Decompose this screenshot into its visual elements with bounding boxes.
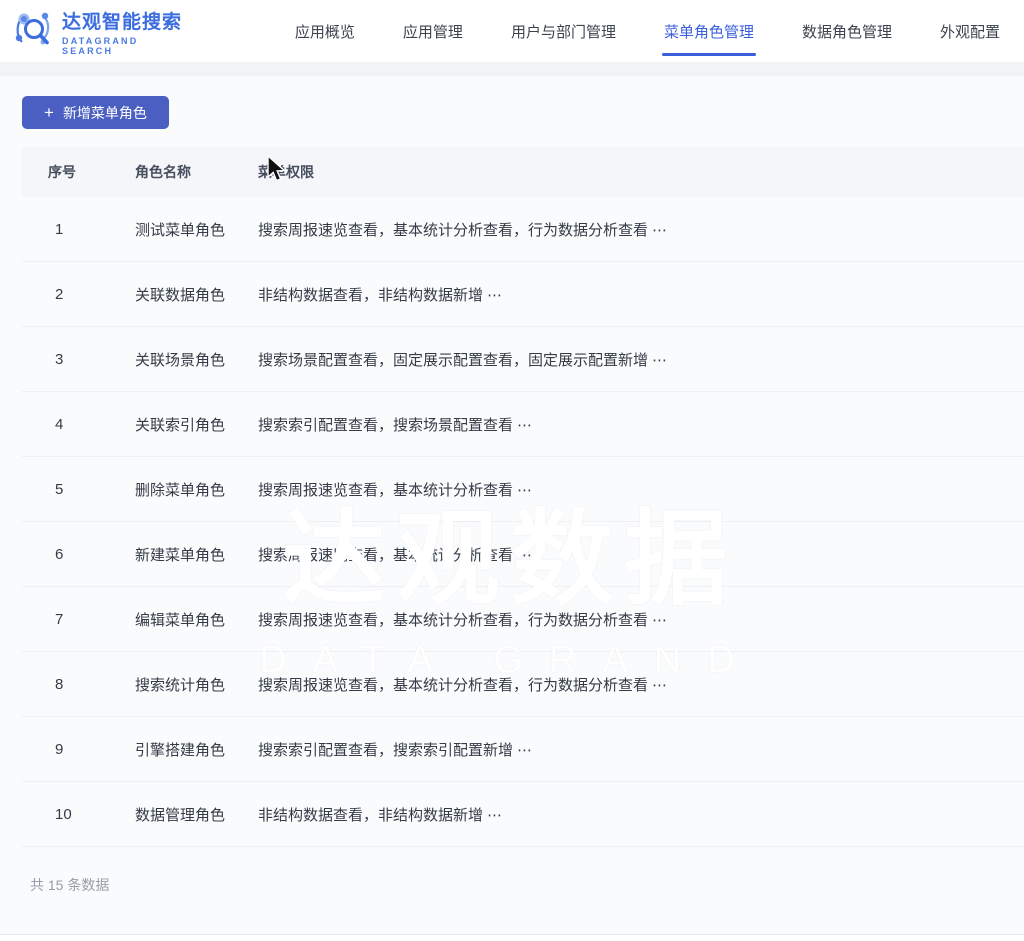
- cell-role-name: 引擎搭建角色: [135, 739, 258, 760]
- cell-index: 7: [22, 611, 135, 628]
- nav-tab-appearance[interactable]: 外观配置: [916, 0, 1024, 62]
- cell-role-name: 数据管理角色: [135, 804, 258, 825]
- total-count-text: 共 15 条数据: [0, 847, 1024, 895]
- header-content-divider: [0, 62, 1024, 76]
- table-row[interactable]: 2 关联数据角色 非结构数据查看，非结构数据新增 ⋯: [22, 262, 1024, 327]
- brand-logo[interactable]: 达观智能搜索 DATAGRAND SEARCH: [0, 7, 193, 56]
- plus-icon: +: [44, 104, 54, 121]
- datagrand-logo-icon: [12, 8, 54, 55]
- nav-tab-data-role[interactable]: 数据角色管理: [778, 0, 916, 62]
- cell-permissions: 搜索索引配置查看，搜索索引配置新增 ⋯: [258, 739, 1024, 760]
- table-row[interactable]: 9 引擎搭建角色 搜索索引配置查看，搜索索引配置新增 ⋯: [22, 717, 1024, 782]
- add-menu-role-label: 新增菜单角色: [63, 103, 147, 123]
- col-header-index: 序号: [22, 162, 135, 182]
- top-nav-bar: 达观智能搜索 DATAGRAND SEARCH 应用概览 应用管理 用户与部门管…: [0, 0, 1024, 62]
- nav-tab-menu-role[interactable]: 菜单角色管理: [640, 0, 778, 62]
- table-row[interactable]: 5 删除菜单角色 搜索周报速览查看，基本统计分析查看 ⋯: [22, 457, 1024, 522]
- cell-permissions: 搜索周报速览查看，基本统计分析查看，行为数据分析查看 ⋯: [258, 609, 1024, 630]
- cell-role-name: 测试菜单角色: [135, 219, 258, 240]
- cell-role-name: 关联索引角色: [135, 414, 258, 435]
- cell-permissions: 搜索索引配置查看，搜索场景配置查看 ⋯: [258, 414, 1024, 435]
- menu-role-page: + 新增菜单角色 序号 角色名称 菜单权限 1 测试菜单角色 搜索周报速览查看，…: [0, 76, 1024, 935]
- cell-role-name: 关联数据角色: [135, 284, 258, 305]
- table-row[interactable]: 1 测试菜单角色 搜索周报速览查看，基本统计分析查看，行为数据分析查看 ⋯: [22, 197, 1024, 262]
- cell-role-name: 关联场景角色: [135, 349, 258, 370]
- table-row[interactable]: 6 新建菜单角色 搜索周报速览查看，基本统计分析查看 ⋯: [22, 522, 1024, 587]
- primary-nav: 应用概览 应用管理 用户与部门管理 菜单角色管理 数据角色管理 外观配置: [271, 0, 1024, 62]
- table-row[interactable]: 3 关联场景角色 搜索场景配置查看，固定展示配置查看，固定展示配置新增 ⋯: [22, 327, 1024, 392]
- cell-permissions: 搜索周报速览查看，基本统计分析查看 ⋯: [258, 479, 1024, 500]
- cell-permissions: 搜索场景配置查看，固定展示配置查看，固定展示配置新增 ⋯: [258, 349, 1024, 370]
- table-row[interactable]: 7 编辑菜单角色 搜索周报速览查看，基本统计分析查看，行为数据分析查看 ⋯: [22, 587, 1024, 652]
- cell-index: 8: [22, 676, 135, 693]
- table-header-row: 序号 角色名称 菜单权限: [22, 147, 1024, 197]
- cell-role-name: 搜索统计角色: [135, 674, 258, 695]
- cell-role-name: 编辑菜单角色: [135, 609, 258, 630]
- cell-index: 10: [22, 806, 135, 823]
- nav-tab-user-department[interactable]: 用户与部门管理: [487, 0, 640, 62]
- table-row[interactable]: 4 关联索引角色 搜索索引配置查看，搜索场景配置查看 ⋯: [22, 392, 1024, 457]
- cell-permissions: 搜索周报速览查看，基本统计分析查看 ⋯: [258, 544, 1024, 565]
- nav-tab-app-overview[interactable]: 应用概览: [271, 0, 379, 62]
- cell-index: 9: [22, 741, 135, 758]
- cell-index: 5: [22, 481, 135, 498]
- col-header-role: 角色名称: [135, 162, 258, 182]
- cell-index: 6: [22, 546, 135, 563]
- col-header-permissions: 菜单权限: [258, 162, 1024, 182]
- cell-permissions: 搜索周报速览查看，基本统计分析查看，行为数据分析查看 ⋯: [258, 674, 1024, 695]
- cell-role-name: 删除菜单角色: [135, 479, 258, 500]
- cell-permissions: 搜索周报速览查看，基本统计分析查看，行为数据分析查看 ⋯: [258, 219, 1024, 240]
- nav-tab-app-management[interactable]: 应用管理: [379, 0, 487, 62]
- cell-index: 4: [22, 416, 135, 433]
- cell-index: 1: [22, 221, 135, 238]
- brand-name-en: DATAGRAND SEARCH: [62, 36, 193, 56]
- add-menu-role-button[interactable]: + 新增菜单角色: [22, 96, 169, 129]
- brand-name-cn: 达观智能搜索: [62, 7, 193, 34]
- cell-permissions: 非结构数据查看，非结构数据新增 ⋯: [258, 804, 1024, 825]
- cell-index: 3: [22, 351, 135, 368]
- cell-index: 2: [22, 286, 135, 303]
- table-row[interactable]: 10 数据管理角色 非结构数据查看，非结构数据新增 ⋯: [22, 782, 1024, 847]
- menu-role-table: 序号 角色名称 菜单权限 1 测试菜单角色 搜索周报速览查看，基本统计分析查看，…: [22, 147, 1024, 847]
- cell-permissions: 非结构数据查看，非结构数据新增 ⋯: [258, 284, 1024, 305]
- table-row[interactable]: 8 搜索统计角色 搜索周报速览查看，基本统计分析查看，行为数据分析查看 ⋯: [22, 652, 1024, 717]
- cell-role-name: 新建菜单角色: [135, 544, 258, 565]
